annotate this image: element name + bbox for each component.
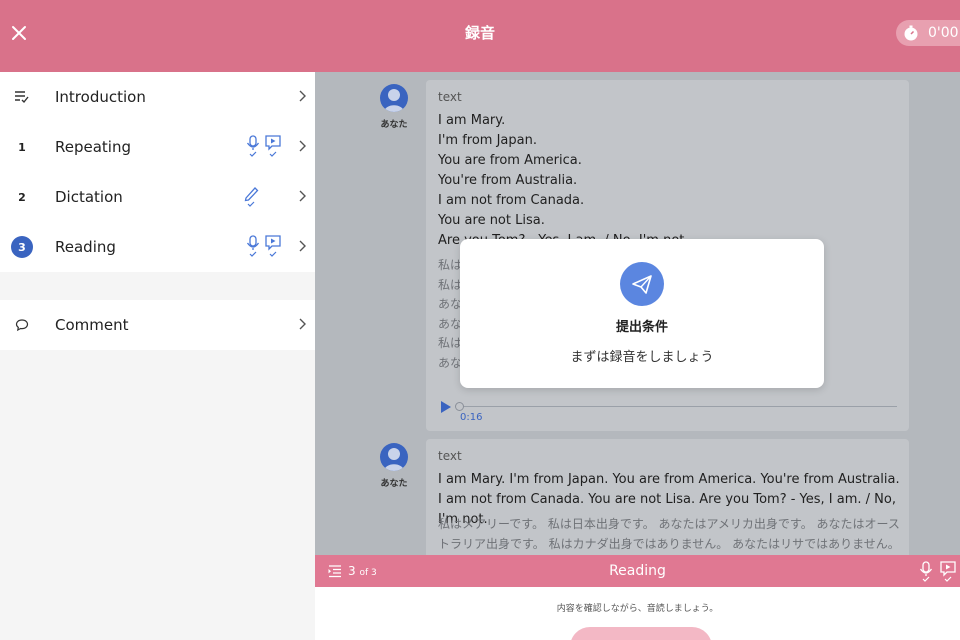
user-icon bbox=[384, 89, 404, 112]
paper-plane-icon bbox=[620, 262, 664, 306]
stopwatch-icon bbox=[904, 25, 918, 41]
step-number: 2 bbox=[18, 190, 26, 204]
current-section-bar[interactable]: 3 of 3 Reading bbox=[315, 555, 960, 587]
top-bar: 録音 0'00 bbox=[0, 0, 960, 72]
step-number-active: 3 bbox=[11, 236, 33, 258]
mic-check-icon bbox=[919, 561, 933, 582]
avatar bbox=[380, 443, 408, 471]
sidebar-item-label: Reading bbox=[55, 238, 116, 256]
message-bubble: text I am Mary. I'm from Japan. You are … bbox=[426, 439, 909, 555]
message-tag: text bbox=[438, 449, 462, 463]
chevron-right-icon bbox=[299, 140, 306, 152]
play-icon[interactable] bbox=[440, 400, 452, 414]
timer-badge: 0'00 bbox=[896, 20, 960, 46]
pencil-check-icon bbox=[244, 187, 259, 207]
sidebar-item-label: Introduction bbox=[55, 88, 146, 106]
sidebar-item-repeating[interactable]: 1 Repeating bbox=[0, 122, 315, 172]
chevron-right-icon bbox=[299, 318, 306, 330]
message-line: I am not from Canada. bbox=[438, 193, 585, 208]
audio-scrubber[interactable] bbox=[455, 402, 464, 411]
sidebar-item-label: Repeating bbox=[55, 138, 131, 156]
author-label: あなた bbox=[380, 479, 408, 489]
message-line: I'm from Japan. bbox=[438, 133, 537, 148]
message-line: I am Mary. bbox=[438, 113, 506, 128]
sidebar-item-introduction[interactable]: Introduction bbox=[0, 72, 315, 122]
message-line: You're from Australia. bbox=[438, 173, 578, 188]
user-icon bbox=[384, 448, 404, 471]
chevron-right-icon bbox=[299, 90, 306, 102]
play-bubble-check-icon bbox=[940, 561, 956, 582]
avatar bbox=[380, 84, 408, 112]
section-title: Reading bbox=[609, 563, 666, 579]
audio-track[interactable] bbox=[461, 406, 897, 407]
sidebar-item-comment[interactable]: Comment bbox=[0, 300, 315, 350]
footer: 内容を確認しながら、音読しましょう。 bbox=[315, 587, 960, 640]
message-tag: text bbox=[438, 90, 462, 104]
message-lines: I am Mary. I'm from Japan. You are from … bbox=[438, 111, 898, 251]
timer-text: 0'00 bbox=[928, 25, 959, 41]
list-check-icon bbox=[15, 91, 29, 104]
step-number: 1 bbox=[18, 140, 26, 154]
chevron-right-icon bbox=[299, 190, 306, 202]
play-bubble-check-icon bbox=[265, 135, 281, 157]
mic-check-icon bbox=[246, 235, 260, 257]
audio-player bbox=[440, 398, 900, 418]
chevron-right-icon bbox=[299, 240, 306, 252]
dialog-message: まずは録音をしましょう bbox=[570, 350, 714, 365]
instruction-hint: 内容を確認しながら、音読しましょう。 bbox=[556, 604, 719, 614]
sidebar-item-label: Comment bbox=[55, 316, 129, 334]
submission-condition-dialog: 提出条件 まずは録音をしましょう bbox=[460, 239, 824, 388]
dialog-title: 提出条件 bbox=[615, 320, 668, 335]
sidebar: Introduction 1 Repeating 2 Dictation 3 R… bbox=[0, 72, 315, 640]
comment-icon bbox=[15, 319, 29, 332]
sidebar-item-reading[interactable]: 3 Reading bbox=[0, 222, 315, 272]
author-label: あなた bbox=[380, 120, 408, 130]
audio-time: 0:16 bbox=[460, 412, 483, 423]
record-button[interactable] bbox=[570, 627, 712, 640]
sidebar-item-label: Dictation bbox=[55, 188, 123, 206]
message-line: You are from America. bbox=[438, 153, 582, 168]
page-title: 録音 bbox=[464, 24, 495, 42]
mic-check-icon bbox=[246, 135, 260, 157]
translation-paragraph: 私はメアリーです。 私は日本出身です。 あなたはアメリカ出身です。 あなたはオー… bbox=[438, 517, 900, 551]
play-bubble-check-icon bbox=[265, 235, 281, 257]
message-line: You are not Lisa. bbox=[438, 213, 545, 228]
sidebar-item-dictation[interactable]: 2 Dictation bbox=[0, 172, 315, 222]
